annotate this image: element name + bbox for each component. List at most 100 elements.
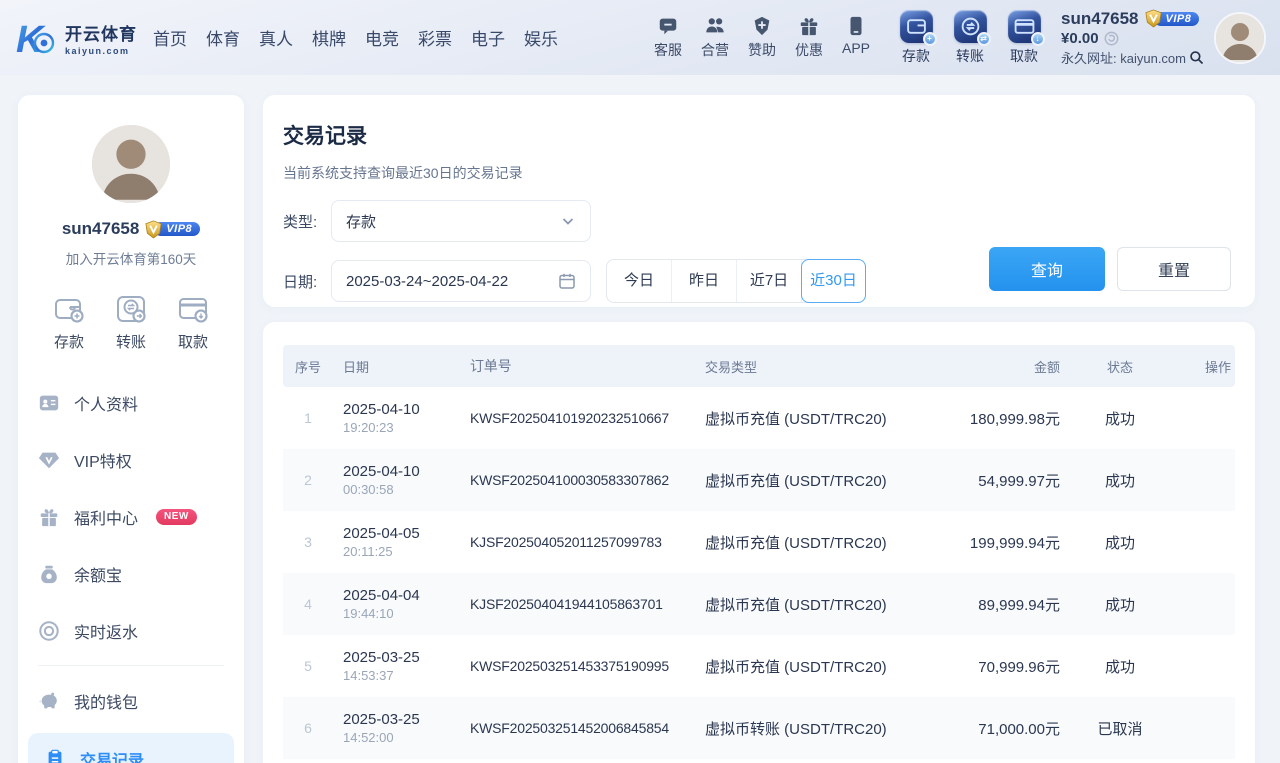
vip-badge[interactable]: VIP8 bbox=[1144, 9, 1200, 28]
sidebar-item-wallet[interactable]: 我的钱包 bbox=[38, 672, 224, 729]
nav-esports[interactable]: 电竞 bbox=[365, 25, 399, 50]
username: sun47658 bbox=[1061, 9, 1139, 29]
cell-date: 2025-03-25 14:53:37 bbox=[333, 649, 468, 683]
nav-sports[interactable]: 体育 bbox=[206, 25, 240, 50]
calendar-icon bbox=[558, 272, 576, 290]
vip-icon bbox=[38, 449, 60, 471]
type-select[interactable]: 存款 bbox=[331, 200, 591, 242]
cell-date-time: 19:20:23 bbox=[343, 420, 468, 435]
cell-date-day: 2025-04-04 bbox=[343, 587, 468, 604]
sidebar-item-rebate[interactable]: 实时返水 bbox=[38, 602, 224, 659]
cell-date: 2025-04-10 19:20:23 bbox=[333, 401, 468, 435]
cell-date-time: 14:52:00 bbox=[343, 730, 468, 745]
filter-panel: 交易记录 当前系统支持查询最近30日的交易记录 类型: 存款 日期: 2025-… bbox=[263, 95, 1255, 307]
profile-avatar-photo bbox=[92, 125, 170, 203]
cell-date: 2025-03-25 14:52:00 bbox=[333, 711, 468, 745]
cell-date-day: 2025-04-10 bbox=[343, 401, 468, 418]
profile-avatar[interactable] bbox=[92, 125, 170, 203]
header-order-no: 订单号 bbox=[468, 356, 705, 376]
cell-date-time: 19:44:10 bbox=[343, 606, 468, 621]
support-icon bbox=[657, 15, 679, 37]
reset-button[interactable]: 重置 bbox=[1117, 247, 1231, 291]
cell-type: 虚拟币充值 (USDT/TRC20) bbox=[705, 470, 955, 491]
sponsor-label: 赞助 bbox=[748, 40, 776, 60]
sidebar-transfer-button[interactable]: 转账 bbox=[114, 292, 148, 352]
cell-amount: 70,999.96元 bbox=[955, 656, 1060, 677]
cell-date-time: 20:11:25 bbox=[343, 544, 468, 559]
sidebar-item-yuebao[interactable]: 余额宝 bbox=[38, 545, 224, 602]
withdraw-button[interactable]: ↓ 取款 bbox=[1001, 10, 1047, 66]
brand-logo[interactable]: K 开云体育 kaiyun.com bbox=[14, 16, 137, 60]
gift-icon bbox=[38, 506, 60, 528]
cell-status: 已取消 bbox=[1060, 718, 1180, 739]
sponsor-button[interactable]: 赞助 bbox=[739, 15, 785, 60]
nav-home[interactable]: 首页 bbox=[153, 25, 187, 50]
sidebar-item-vip[interactable]: VIP特权 bbox=[38, 431, 224, 488]
sidebar-item-transactions[interactable]: 交易记录 bbox=[28, 733, 234, 763]
cell-date-day: 2025-04-05 bbox=[343, 525, 468, 542]
withdraw-icon bbox=[176, 292, 210, 326]
header-date: 日期 bbox=[333, 357, 468, 376]
partnership-button[interactable]: 合营 bbox=[692, 15, 738, 60]
vip-shield-icon bbox=[144, 220, 163, 239]
cell-status: 成功 bbox=[1060, 656, 1180, 677]
avatar[interactable] bbox=[1214, 12, 1266, 64]
cell-amount: 89,999.94元 bbox=[955, 594, 1060, 615]
table-row: 2 2025-04-10 00:30:58 KWSF20250410003058… bbox=[283, 449, 1235, 511]
range-today-button[interactable]: 今日 bbox=[607, 260, 672, 302]
sidebar-transfer-label: 转账 bbox=[116, 331, 146, 352]
nav-slots[interactable]: 电子 bbox=[471, 25, 505, 50]
nav-entertainment[interactable]: 娱乐 bbox=[524, 25, 558, 50]
permanent-url-label: 永久网址: kaiyun.com bbox=[1061, 48, 1186, 67]
chevron-down-icon bbox=[560, 213, 576, 229]
header-seq: 序号 bbox=[283, 357, 333, 376]
sidebar-item-label: VIP特权 bbox=[74, 448, 132, 472]
cell-amount: 199,999.94元 bbox=[955, 532, 1060, 553]
joined-days-text: 加入开云体育第160天 bbox=[66, 248, 197, 268]
range-30days-button[interactable]: 近30日 bbox=[801, 259, 866, 303]
cell-seq: 2 bbox=[283, 472, 333, 488]
sidebar-item-welfare[interactable]: 福利中心 NEW bbox=[38, 488, 224, 545]
nav-chess[interactable]: 棋牌 bbox=[312, 25, 346, 50]
search-icon[interactable] bbox=[1189, 50, 1204, 65]
transfer-icon bbox=[114, 292, 148, 326]
cell-order-no: KWSF202503251452006845854 bbox=[468, 720, 705, 736]
cell-amount: 71,000.00元 bbox=[955, 718, 1060, 739]
kaiyun-logo-icon: K bbox=[14, 16, 58, 60]
cell-order-no: KWSF202504101920232510667 bbox=[468, 410, 705, 426]
header-status: 状态 bbox=[1060, 357, 1180, 376]
nav-lottery[interactable]: 彩票 bbox=[418, 25, 452, 50]
type-select-value: 存款 bbox=[346, 211, 376, 232]
cell-date: 2025-04-05 20:11:25 bbox=[333, 525, 468, 559]
promo-button[interactable]: 优惠 bbox=[786, 15, 832, 60]
date-range-input[interactable]: 2025-03-24~2025-04-22 bbox=[331, 260, 591, 302]
refresh-balance-icon[interactable] bbox=[1104, 31, 1119, 46]
table-row: 5 2025-03-25 14:53:37 KWSF20250325145337… bbox=[283, 635, 1235, 697]
sidebar-deposit-button[interactable]: 存款 bbox=[52, 292, 86, 352]
sidebar-divider bbox=[38, 665, 224, 666]
rebate-icon bbox=[38, 620, 60, 642]
support-button[interactable]: 客服 bbox=[645, 15, 691, 60]
transfer-badge-icon: ⇄ bbox=[977, 32, 991, 46]
sidebar-withdraw-button[interactable]: 取款 bbox=[176, 292, 210, 352]
sidebar-item-label: 实时返水 bbox=[74, 619, 138, 643]
cell-order-no: KJSF202504041944105863701 bbox=[468, 596, 705, 612]
range-7days-button[interactable]: 近7日 bbox=[737, 260, 802, 302]
sidebar-item-profile[interactable]: 个人资料 bbox=[38, 374, 224, 431]
date-quick-ranges: 今日 昨日 近7日 近30日 bbox=[606, 259, 866, 303]
table-row: 6 2025-03-25 14:52:00 KWSF20250325145200… bbox=[283, 697, 1235, 759]
profile-vip-badge[interactable]: VIP8 bbox=[144, 220, 200, 239]
vip-shield-icon bbox=[1144, 9, 1163, 28]
nav-live[interactable]: 真人 bbox=[259, 25, 293, 50]
search-button[interactable]: 查询 bbox=[989, 247, 1105, 291]
range-yesterday-button[interactable]: 昨日 bbox=[672, 260, 737, 302]
deposit-button[interactable]: + 存款 bbox=[893, 10, 939, 66]
app-icon bbox=[845, 15, 867, 37]
deposit-label: 存款 bbox=[902, 46, 930, 66]
piggy-bank-icon bbox=[38, 690, 60, 712]
cell-type: 虚拟币充值 (USDT/TRC20) bbox=[705, 532, 955, 553]
cell-order-no: KWSF202504100030583307862 bbox=[468, 472, 705, 488]
app-button[interactable]: APP bbox=[833, 15, 879, 60]
sidebar-withdraw-label: 取款 bbox=[178, 331, 208, 352]
transfer-button[interactable]: ⇄ 转账 bbox=[947, 10, 993, 66]
